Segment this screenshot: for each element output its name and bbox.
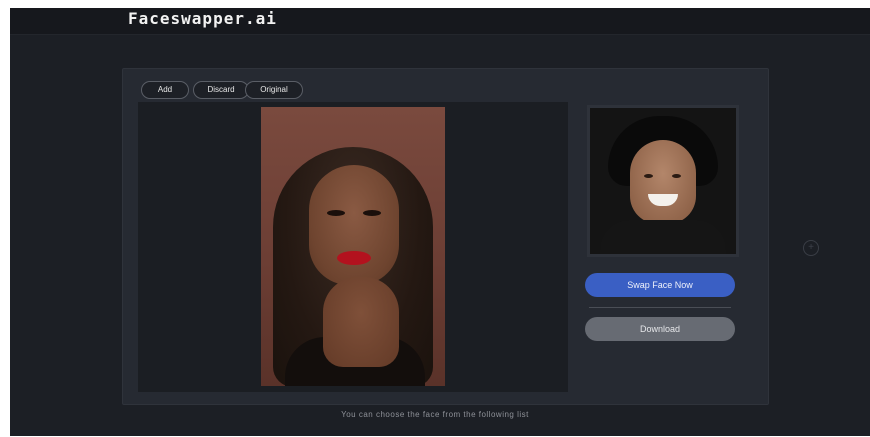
target-image-canvas bbox=[138, 102, 568, 392]
portrait-eye-right bbox=[363, 210, 381, 216]
target-portrait-image bbox=[261, 107, 445, 386]
source-eye-right bbox=[672, 174, 681, 178]
source-face bbox=[630, 140, 696, 224]
portrait-lips bbox=[337, 251, 371, 265]
source-face-image[interactable] bbox=[587, 105, 739, 257]
download-button[interactable]: Download bbox=[585, 317, 735, 341]
portrait-hand bbox=[323, 277, 399, 367]
button-divider bbox=[589, 307, 731, 308]
face-list-hint: You can choose the face from the followi… bbox=[341, 410, 529, 419]
app-frame: Faceswapper.ai Add Discard Original Swap… bbox=[10, 8, 870, 436]
add-button[interactable]: Add bbox=[141, 81, 189, 99]
original-button[interactable]: Original bbox=[245, 81, 303, 99]
discard-button[interactable]: Discard bbox=[193, 81, 249, 99]
swap-face-button[interactable]: Swap Face Now bbox=[585, 273, 735, 297]
top-bar: Faceswapper.ai bbox=[10, 8, 870, 35]
plus-circle-icon[interactable]: + bbox=[803, 240, 819, 256]
source-eye-left bbox=[644, 174, 653, 178]
app-logo[interactable]: Faceswapper.ai bbox=[128, 9, 277, 28]
editor-panel: Add Discard Original Swap Face Now Downl… bbox=[122, 68, 769, 405]
portrait-eye-left bbox=[327, 210, 345, 216]
source-smile bbox=[648, 194, 678, 206]
portrait-face bbox=[309, 165, 399, 285]
source-jacket bbox=[600, 220, 726, 254]
